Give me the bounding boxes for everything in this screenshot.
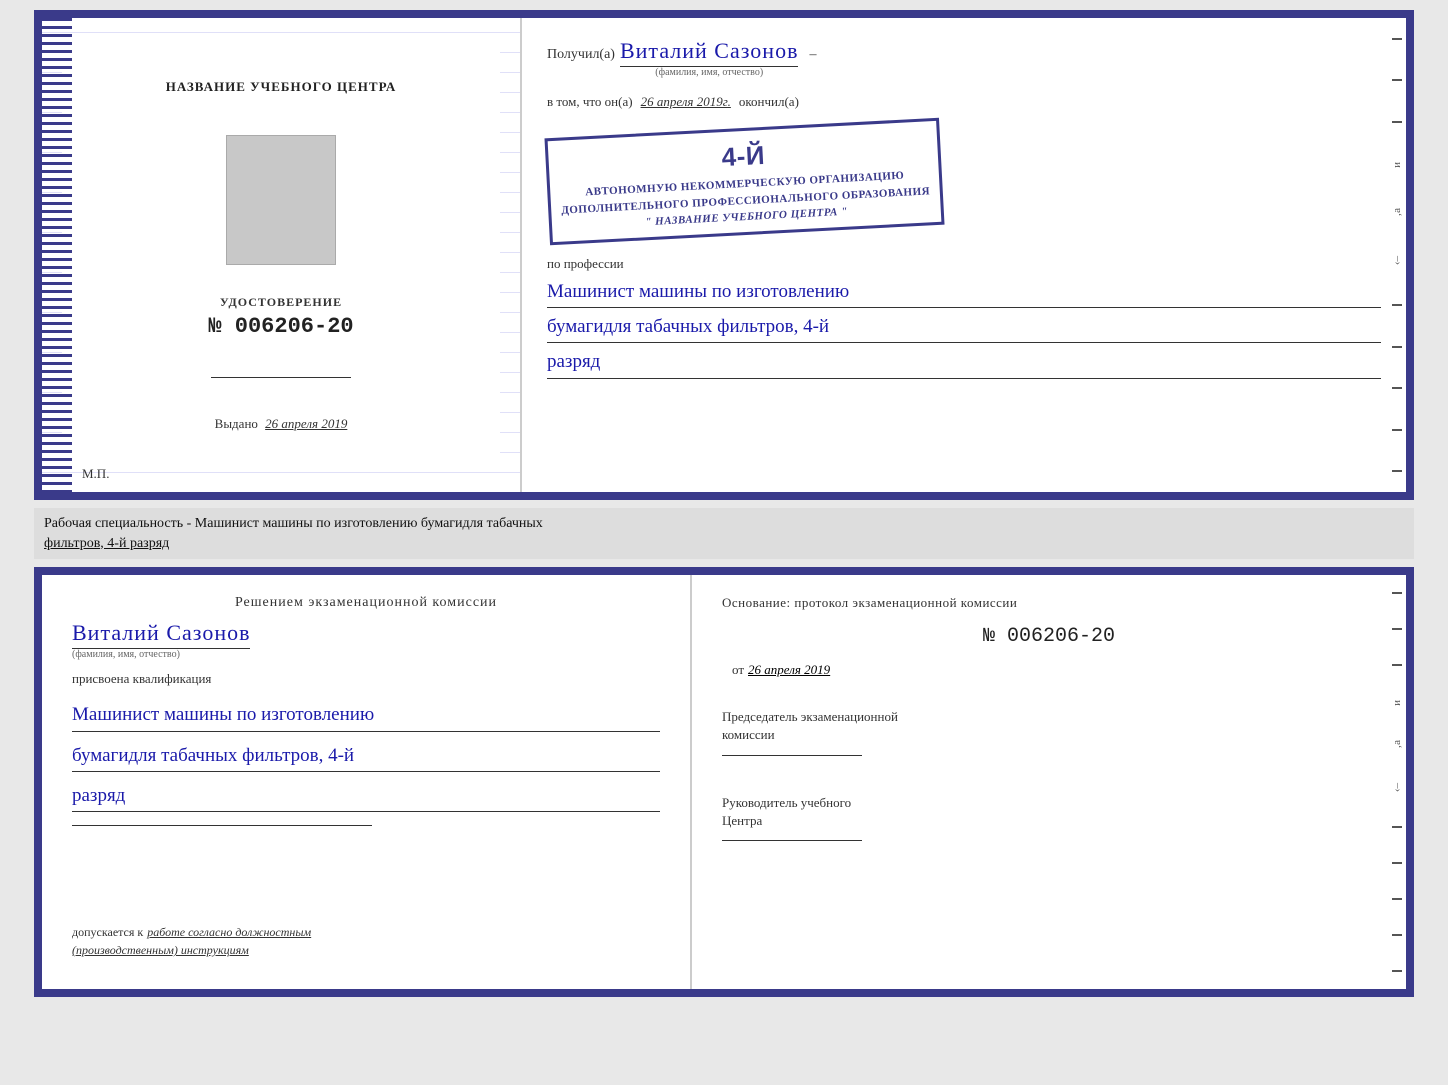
bottom-name: Виталий Сазонов [72,620,250,649]
allow-label: допускается к [72,925,143,939]
cert-left-page: НАЗВАНИЕ УЧЕБНОГО ЦЕНТРА УДОСТОВЕРЕНИЕ №… [42,18,522,492]
side-label-a: ‚а [1391,208,1403,217]
cert-label: УДОСТОВЕРЕНИЕ [220,295,342,310]
bottom-name-hint: (фамилия, имя, отчество) [72,649,180,660]
left-decoration [42,18,72,492]
cert-date: 26 апреля 2019г. [641,94,731,110]
chairman-block: Председатель экзаменационнойкомиссии [722,698,1376,765]
dash: – [809,47,816,63]
from-label: от [732,662,744,678]
allow-text2: (производственным) инструкциям [72,943,249,957]
stamp-box: 4-й АВТОНОМНУЮ НЕКОММЕРЧЕСКУЮ ОРГАНИЗАЦИ… [544,118,944,245]
qual-line3: разряд [72,781,660,812]
allow-block: допускается к работе согласно должностны… [72,923,660,969]
bside-arrow: ‹– [1391,783,1403,792]
profession-label: по профессии [547,256,624,271]
training-center-title: НАЗВАНИЕ УЧЕБНОГО ЦЕНТРА [166,79,397,95]
issued-date: Выдано 26 апреля 2019 [215,416,348,432]
profession-line1: Машинист машины по изготовлению [547,277,1381,308]
decision-title: Решением экзаменационной комиссии [72,595,660,611]
bdash-2 [1392,628,1402,630]
issued-date-value: 26 апреля 2019 [265,416,347,431]
dash-7 [1392,429,1402,431]
label-strip: Рабочая специальность - Машинист машины … [34,508,1414,559]
profession-block: по профессии Машинист машины по изготовл… [547,255,1381,379]
side-label-i: и [1391,162,1403,168]
dash-5 [1392,346,1402,348]
signature-line-bottom [72,825,372,826]
allow-text-value: работе согласно должностным [147,925,311,939]
qualification-label: присвоена квалификация [72,671,660,687]
recipient-name: Виталий Сазонов [620,38,798,67]
signature-line-top [211,377,351,378]
dash-6 [1392,387,1402,389]
qual-line2: бумагидля табачных фильтров, 4-й [72,741,660,772]
dash-8 [1392,470,1402,472]
qual-line1: Машинист машины по изготовлению [72,700,660,731]
director-block: Руководитель учебногоЦентра [722,784,1376,851]
protocol-number: № 006206-20 [722,625,1376,648]
mp-label: М.П. [82,466,109,482]
certificate-top: НАЗВАНИЕ УЧЕБНОГО ЦЕНТРА УДОСТОВЕРЕНИЕ №… [34,10,1414,500]
chairman-label: Председатель экзаменационнойкомиссии [722,708,1376,744]
certificate-bottom: Решением экзаменационной комиссии Витали… [34,567,1414,997]
profession-line2: бумагидля табачных фильтров, 4-й [547,312,1381,343]
name-block-bottom: Виталий Сазонов (фамилия, имя, отчество) [72,620,660,660]
issued-label: Выдано [215,416,258,431]
recipient-line: Получил(а) Виталий Сазонов (фамилия, имя… [547,38,1381,78]
dash-1 [1392,38,1402,40]
profession-line3: разряд [547,347,1381,378]
cert-number: № 006206-20 [208,314,353,339]
right-dashes-top: и ‚а ‹– [1388,18,1406,492]
received-label: Получил(а) [547,47,615,63]
side-label-arrow: ‹– [1391,256,1403,265]
bdash-3 [1392,664,1402,666]
certifies-text: в том, что он(а) [547,94,633,110]
recipient-name-hint: (фамилия, имя, отчество) [655,67,763,78]
bdash-4 [1392,826,1402,828]
director-label: Руководитель учебногоЦентра [722,794,1376,830]
from-row: от 26 апреля 2019 [722,662,1376,678]
bside-a: ‚а [1391,740,1403,749]
right-dashes-bottom: и ‚а ‹– [1388,575,1406,989]
director-signature [722,840,862,841]
cert-bottom-right: Основание: протокол экзаменационной коми… [692,575,1406,989]
bdash-5 [1392,862,1402,864]
cert-bottom-left: Решением экзаменационной комиссии Витали… [42,575,692,989]
dash-4 [1392,304,1402,306]
bside-i: и [1391,700,1403,706]
certifies-row: в том, что он(а) 26 апреля 2019г. окончи… [547,90,1381,110]
chairman-signature [722,755,862,756]
photo-placeholder [226,135,336,265]
cert-right-page: Получил(а) Виталий Сазонов (фамилия, имя… [522,18,1406,492]
from-date-value: 26 апреля 2019 [748,662,830,678]
basis-label: Основание: протокол экзаменационной коми… [722,595,1376,611]
finished-label: окончил(а) [739,94,799,110]
label-text-2: фильтров, 4-й разряд [44,536,169,551]
dash-3 [1392,121,1402,123]
dash-2 [1392,79,1402,81]
bdash-1 [1392,592,1402,594]
bdash-8 [1392,970,1402,972]
bdash-7 [1392,934,1402,936]
stamp-area: 4-й АВТОНОМНУЮ НЕКОММЕРЧЕСКУЮ ОРГАНИЗАЦИ… [547,122,1381,241]
bdash-6 [1392,898,1402,900]
label-text-1: Рабочая специальность - Машинист машины … [44,516,543,531]
